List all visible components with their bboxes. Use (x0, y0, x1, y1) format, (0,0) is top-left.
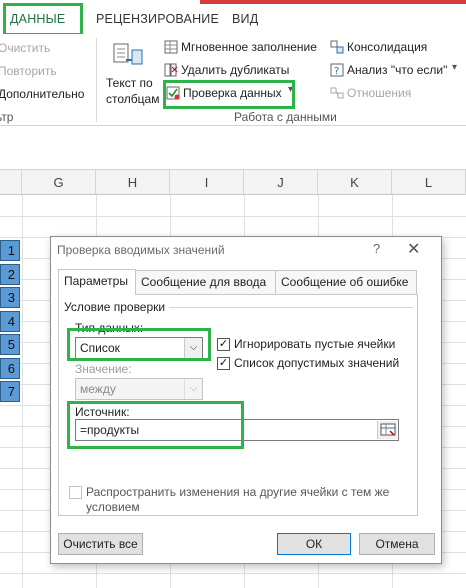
list-cell-1[interactable]: 1 (0, 240, 20, 261)
formula-bar-area (0, 126, 466, 170)
filter-group-label: ьтр (0, 110, 14, 124)
ignore-blank-label: Игнорировать пустые ячейки (234, 337, 396, 351)
advanced-filter-button[interactable]: Дополнительно (0, 87, 84, 101)
text-to-columns-label-2[interactable]: столбцам (106, 92, 159, 106)
in-cell-dropdown-checkbox[interactable]: ✓ (217, 357, 230, 370)
consolidate-button[interactable]: Консолидация (347, 40, 427, 54)
ribbon-separator (96, 38, 97, 122)
flash-fill-icon (164, 40, 178, 54)
list-cell-7[interactable]: 7 (0, 381, 20, 402)
ignore-blank-checkbox[interactable]: ✓ (217, 338, 230, 351)
grid-line (0, 216, 466, 217)
group-divider (169, 307, 413, 308)
cancel-button[interactable]: Отмена (359, 533, 435, 555)
tab-review[interactable]: РЕЦЕНЗИРОВАНИЕ (96, 12, 219, 26)
help-icon[interactable]: ? (373, 241, 380, 256)
relationships-icon (330, 87, 344, 99)
relationships-button[interactable]: Отношения (347, 86, 411, 100)
column-header-j[interactable]: J (244, 170, 318, 195)
tab-input-message[interactable]: Сообщение для ввода (135, 270, 276, 294)
grid-line (22, 195, 23, 588)
remove-duplicates-icon (164, 63, 178, 77)
list-cell-4[interactable]: 4 (0, 311, 20, 332)
what-if-analysis-button[interactable]: Анализ "что если" (347, 63, 447, 77)
apply-to-all-checkbox[interactable] (69, 486, 82, 499)
column-header-i[interactable]: I (170, 170, 244, 195)
range-picker-icon[interactable] (377, 421, 397, 439)
ok-button[interactable]: ОК (277, 533, 351, 555)
highlight-tab-data (3, 3, 83, 36)
chevron-down-icon: ⌵ (184, 379, 202, 399)
highlight-data-type (67, 328, 211, 361)
clear-all-button[interactable]: Очистить все (58, 533, 143, 555)
list-cell-2[interactable]: 2 (0, 264, 20, 285)
tab-settings[interactable]: Параметры (58, 269, 136, 295)
value-select: между ⌵ (75, 378, 203, 400)
corner-header (0, 170, 22, 195)
in-cell-dropdown-label: Список допустимых значений (234, 356, 400, 370)
list-cell-6[interactable]: 6 (0, 358, 20, 379)
tab-view[interactable]: ВИД (232, 12, 258, 26)
what-if-dropdown-icon[interactable]: ▾ (452, 62, 457, 73)
data-tools-group-label: Работа с данными (234, 110, 337, 124)
remove-duplicates-button[interactable]: Удалить дубликаты (181, 63, 289, 77)
flash-fill-button[interactable]: Мгновенное заполнение (181, 40, 317, 54)
what-if-analysis-icon: ? (330, 63, 344, 77)
list-cell-5[interactable]: 5 (0, 334, 20, 355)
column-header-g[interactable]: G (22, 170, 96, 195)
text-to-columns-icon (110, 42, 146, 68)
highlight-source (67, 401, 244, 449)
apply-to-all-label-2: условием (86, 500, 140, 514)
consolidate-icon (330, 40, 344, 54)
data-validation-dialog: Проверка вводимых значений ? ✕ Параметры… (50, 236, 442, 564)
value-select-value: между (80, 382, 116, 396)
column-header-k[interactable]: K (318, 170, 392, 195)
validation-criteria-title: Условие проверки (64, 300, 166, 314)
dialog-title: Проверка вводимых значений (57, 243, 225, 257)
value-label: Значение: (75, 362, 132, 376)
grid-line (0, 573, 466, 574)
list-cell-3[interactable]: 3 (0, 287, 20, 308)
tab-error-alert[interactable]: Сообщение об ошибке (275, 270, 417, 294)
column-header-l[interactable]: L (392, 170, 466, 195)
apply-to-all-label-1: Распространить изменения на другие ячейк… (86, 485, 390, 499)
svg-text:?: ? (334, 66, 339, 77)
text-to-columns-label-1[interactable]: Текст по (106, 76, 153, 90)
reapply-button[interactable]: Повторить (0, 64, 57, 78)
highlight-data-validation (163, 80, 295, 109)
close-icon[interactable]: ✕ (407, 239, 420, 259)
clear-filter-button[interactable]: Очистить (0, 41, 50, 55)
column-header-h[interactable]: H (96, 170, 170, 195)
